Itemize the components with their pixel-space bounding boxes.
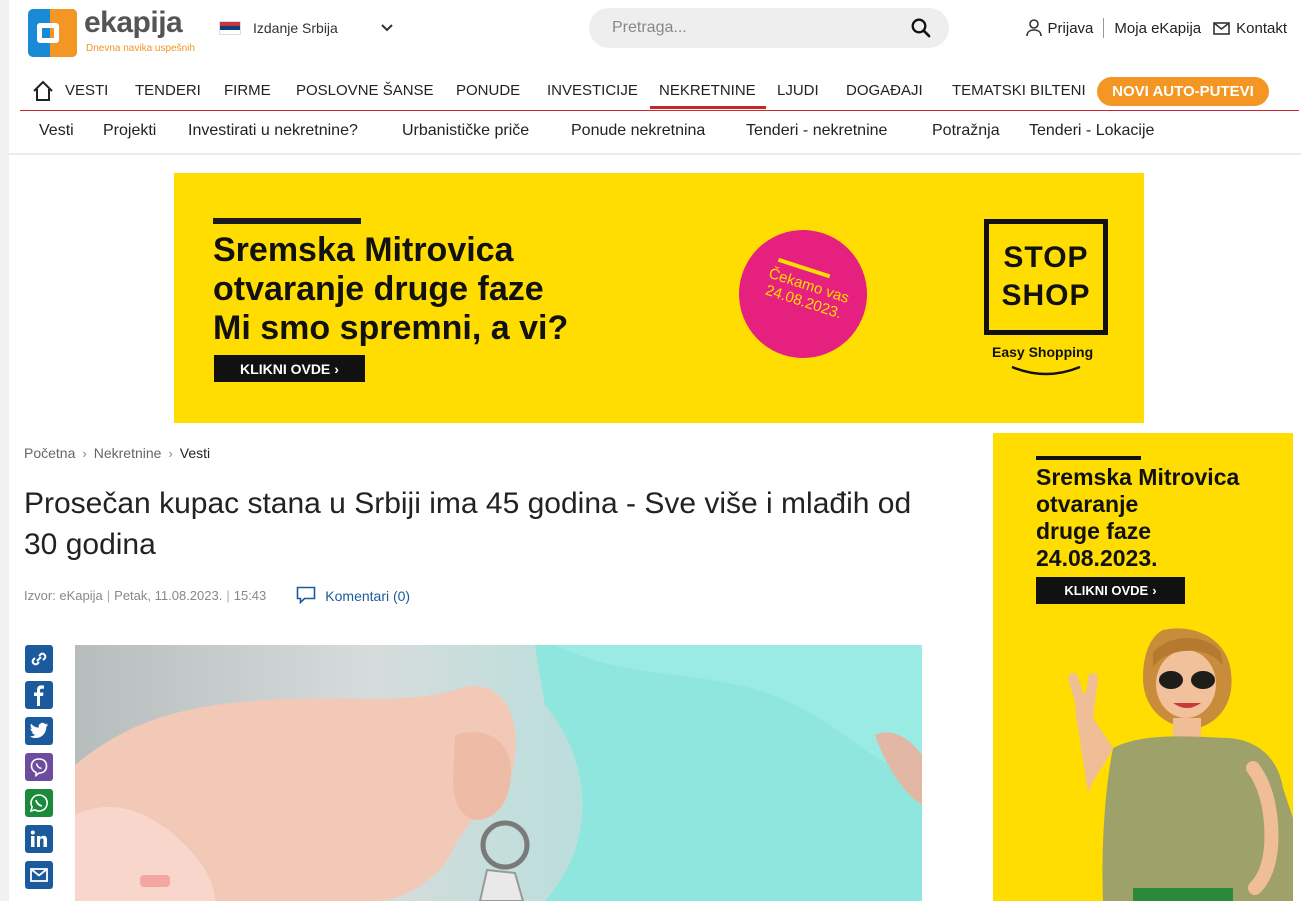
banner-cta-label: KLIKNI OVDE <box>240 360 331 377</box>
article-source: Izvor: eKapija <box>24 588 103 603</box>
linkedin-icon[interactable] <box>25 825 53 853</box>
main-nav: VESTI TENDERI FIRME POSLOVNE ŠANSE PONUD… <box>20 70 1299 111</box>
divider <box>1103 18 1105 38</box>
date-badge: Čekamo vas 24.08.2023. <box>722 213 884 375</box>
logo-tagline: Dnevna navika uspešnih <box>86 43 195 54</box>
stop-shop-logo: STOP SHOP <box>984 219 1108 335</box>
banner-line-2: otvaranje druge faze <box>213 270 544 308</box>
article-time: 15:43 <box>233 588 267 603</box>
breadcrumb-separator: › <box>168 445 173 461</box>
banner-ad[interactable]: Sremska Mitrovica otvaranje druge faze M… <box>174 173 1144 423</box>
contact-link[interactable]: Kontakt <box>1213 20 1287 37</box>
banner-line-3: Mi smo spremni, a vi? <box>213 309 569 347</box>
search-input[interactable] <box>612 8 902 48</box>
subnav-tenderi-nekretnine[interactable]: Tenderi - nekretnine <box>746 122 887 140</box>
logo-name: ekapija <box>84 6 183 39</box>
article-meta: Izvor: eKapija | Petak, 11.08.2023. | 15… <box>24 586 411 605</box>
left-strip <box>0 0 9 901</box>
subnav-vesti[interactable]: Vesti <box>39 122 74 140</box>
subnav-urbanisticke-price[interactable]: Urbanističke priče <box>402 122 529 140</box>
nav-vesti[interactable]: VESTI <box>65 82 108 99</box>
login-link[interactable]: Prijava <box>1025 19 1094 37</box>
article-date: Petak, 11.08.2023. <box>114 588 223 603</box>
home-icon[interactable] <box>32 80 54 102</box>
subnav-investirati[interactable]: Investirati u nekretnine? <box>188 122 358 140</box>
page: ekapija Dnevna navika uspešnih Izdanje S… <box>0 0 1301 901</box>
chevron-right-icon: › <box>334 360 339 377</box>
link-icon[interactable] <box>25 645 53 673</box>
comments-link[interactable]: Komentari (0) <box>296 586 410 605</box>
viber-icon[interactable] <box>25 753 53 781</box>
user-icon <box>1025 19 1042 37</box>
nav-ljudi[interactable]: LJUDI <box>777 82 819 99</box>
login-label: Prijava <box>1047 19 1094 37</box>
chevron-down-icon <box>381 24 393 32</box>
banner-rule <box>213 218 361 224</box>
breadcrumb: Početna › Nekretnine › Vesti <box>24 445 210 461</box>
side-ad-cta-button[interactable]: KLIKNI OVDE › <box>1036 577 1185 604</box>
comments-label: Komentari (0) <box>325 587 411 604</box>
breadcrumb-section[interactable]: Nekretnine <box>94 445 162 461</box>
nav-tematski-bilteni[interactable]: TEMATSKI BILTENI <box>952 82 1086 99</box>
facebook-icon[interactable] <box>25 681 53 709</box>
side-ad-line-2: otvaranje <box>1036 491 1139 517</box>
envelope-icon <box>1213 21 1230 35</box>
site-logo[interactable]: ekapija Dnevna navika uspešnih <box>28 6 198 59</box>
article-title: Prosečan kupac stana u Srbiji ima 45 god… <box>24 487 912 561</box>
subnav-potraznja[interactable]: Potražnja <box>932 122 1000 140</box>
contact-label: Kontakt <box>1236 19 1287 37</box>
side-ad-headline: Sremska Mitrovica otvaranje druge faze 2… <box>1036 464 1239 572</box>
nav-dogadjaji[interactable]: DOGAĐAJI <box>846 82 923 99</box>
nav-novi-auto-putevi[interactable]: NOVI AUTO-PUTEVI <box>1097 77 1269 106</box>
banner-line-1: Sremska Mitrovica <box>213 231 514 269</box>
side-ad-line-4: 24.08.2023. <box>1036 545 1158 571</box>
serbia-flag-icon <box>219 21 241 35</box>
article-photo <box>75 645 922 901</box>
side-ad-line-1: Sremska Mitrovica <box>1036 464 1240 490</box>
nav-divider <box>9 153 1301 155</box>
side-ad-line-3: druge faze <box>1036 518 1152 544</box>
edition-selector[interactable]: Izdanje Srbija <box>219 18 399 38</box>
breadcrumb-home[interactable]: Početna <box>24 445 75 461</box>
chevron-right-icon: › <box>1152 583 1157 598</box>
whatsapp-icon[interactable] <box>25 789 53 817</box>
share-bar <box>25 645 53 897</box>
comment-icon <box>296 586 316 605</box>
breadcrumb-separator: › <box>82 445 87 461</box>
nav-poslovne-sanse[interactable]: POSLOVNE ŠANSE <box>296 82 434 99</box>
side-ad-rule <box>1036 456 1141 460</box>
search-icon[interactable] <box>911 18 931 38</box>
nav-ponude[interactable]: PONUDE <box>456 82 520 99</box>
side-ad[interactable]: Sremska Mitrovica otvaranje druge faze 2… <box>993 433 1293 901</box>
nav-tenderi[interactable]: TENDERI <box>135 82 201 99</box>
subnav-tenderi-lokacije[interactable]: Tenderi - Lokacije <box>1029 122 1154 140</box>
my-ekapija-label: Moja eKapija <box>1114 19 1202 37</box>
search-bar <box>589 8 949 48</box>
side-ad-cta-label: KLIKNI OVDE <box>1064 583 1149 598</box>
brand-subtitle: Easy Shopping <box>992 344 1094 360</box>
brand-line-2: SHOP <box>1001 279 1091 312</box>
nav-investicije[interactable]: INVESTICIJE <box>547 82 638 99</box>
edition-label: Izdanje Srbija <box>253 20 338 36</box>
photo-hand-with-keys <box>75 645 922 901</box>
subnav-ponude-nekretnina[interactable]: Ponude nekretnina <box>571 122 705 140</box>
nav-nekretnine[interactable]: NEKRETNINE <box>650 82 766 109</box>
breadcrumb-current[interactable]: Vesti <box>180 445 210 461</box>
subnav-projekti[interactable]: Projekti <box>103 122 156 140</box>
top-links: Prijava Moja eKapija Kontakt <box>1025 18 1287 38</box>
email-icon[interactable] <box>25 861 53 889</box>
nav-firme[interactable]: FIRME <box>224 82 271 99</box>
brand-line-1: STOP <box>1003 241 1089 274</box>
twitter-icon[interactable] <box>25 717 53 745</box>
my-ekapija-link[interactable]: Moja eKapija <box>1114 20 1201 37</box>
logo-mark-icon <box>28 9 77 57</box>
side-ad-woman-image <box>1068 628 1293 901</box>
smile-arrow-icon <box>1011 365 1081 376</box>
banner-cta-button[interactable]: KLIKNI OVDE › <box>214 355 365 382</box>
banner-headline: Sremska Mitrovica otvaranje druge faze M… <box>213 231 568 348</box>
